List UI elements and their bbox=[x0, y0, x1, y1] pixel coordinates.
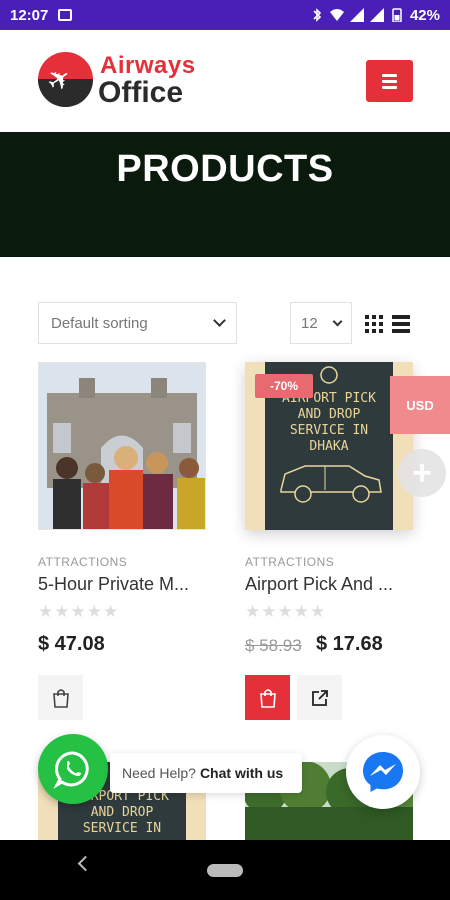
per-page-dropdown[interactable]: 12 bbox=[290, 302, 352, 344]
sort-dropdown-value: Default sorting bbox=[51, 314, 148, 332]
image-notification-icon bbox=[58, 9, 73, 21]
add-to-cart-button[interactable] bbox=[245, 675, 290, 720]
shopping-bag-icon bbox=[259, 688, 276, 708]
page-banner: PRODUCTS bbox=[0, 132, 450, 257]
product-price: $ 47.08 bbox=[38, 633, 105, 655]
svg-text:SERVICE IN: SERVICE IN bbox=[290, 423, 368, 438]
system-nav-bar bbox=[0, 840, 450, 900]
logo-emblem: ✈ bbox=[38, 52, 93, 107]
whatsapp-icon bbox=[53, 751, 89, 789]
whatsapp-chat-button[interactable] bbox=[38, 734, 108, 804]
shopping-bag-icon bbox=[52, 688, 69, 708]
signal-icon bbox=[349, 8, 364, 22]
grid-view-icon[interactable] bbox=[365, 315, 383, 333]
plus-icon[interactable]: + bbox=[398, 449, 446, 497]
battery-icon bbox=[392, 8, 402, 22]
messenger-chat-button[interactable] bbox=[346, 735, 420, 809]
chevron-down-icon bbox=[213, 314, 226, 327]
gateway-photo bbox=[39, 363, 205, 529]
bluetooth-icon bbox=[313, 8, 322, 22]
menu-icon bbox=[382, 73, 397, 77]
battery-percent: 42% bbox=[409, 6, 440, 24]
external-link-button[interactable] bbox=[297, 675, 342, 720]
site-header: ✈ Airways Office bbox=[0, 30, 450, 130]
home-pill-icon[interactable] bbox=[207, 864, 243, 877]
wifi-icon bbox=[329, 9, 344, 21]
status-icons: 42% bbox=[310, 7, 440, 24]
chat-prompt-action: Chat with us bbox=[199, 765, 284, 781]
signal-icon-2 bbox=[369, 8, 384, 22]
back-icon[interactable] bbox=[77, 855, 94, 872]
messenger-icon bbox=[363, 752, 403, 792]
site-logo[interactable]: ✈ Airways Office bbox=[38, 52, 208, 112]
product-category[interactable]: ATTRACTIONS bbox=[245, 555, 334, 569]
svg-text:AND DROP: AND DROP bbox=[298, 407, 361, 422]
add-to-cart-button[interactable] bbox=[38, 675, 83, 720]
product-title[interactable]: 5-Hour Private M... bbox=[38, 574, 189, 595]
external-link-icon bbox=[311, 689, 328, 706]
chat-prompt-text: Need Help? bbox=[122, 765, 196, 781]
status-bar: 12:07 42% bbox=[0, 0, 450, 30]
rating-stars: ★★★★★ bbox=[245, 602, 327, 621]
svg-text:SERVICE IN: SERVICE IN bbox=[83, 821, 161, 836]
svg-text:DHAKA: DHAKA bbox=[309, 439, 348, 454]
product-price: $ 17.68 bbox=[316, 633, 383, 655]
svg-text:AND DROP: AND DROP bbox=[91, 805, 154, 820]
sale-badge: -70% bbox=[255, 374, 313, 398]
currency-switcher-tab[interactable]: USD bbox=[390, 376, 450, 434]
per-page-value: 12 bbox=[301, 314, 318, 332]
chat-prompt[interactable]: Need Help? Chat with us bbox=[110, 753, 302, 793]
rating-stars: ★★★★★ bbox=[38, 602, 120, 621]
product-category[interactable]: ATTRACTIONS bbox=[38, 555, 127, 569]
screen: 12:07 42% ✈ Airways Office PRODUCTS Defa… bbox=[0, 0, 450, 900]
product-title[interactable]: Airport Pick And ... bbox=[245, 574, 393, 595]
sort-dropdown[interactable]: Default sorting bbox=[38, 302, 237, 344]
chevron-down-icon bbox=[332, 316, 343, 326]
list-view-icon[interactable] bbox=[392, 315, 410, 333]
product-image-gateway[interactable] bbox=[38, 362, 206, 530]
hamburger-menu-button[interactable] bbox=[366, 60, 413, 102]
page-title: PRODUCTS bbox=[116, 148, 334, 190]
status-time: 12:07 bbox=[10, 6, 49, 24]
logo-text-bottom: Office bbox=[98, 76, 184, 109]
product-old-price: $ 58.93 bbox=[245, 636, 302, 655]
